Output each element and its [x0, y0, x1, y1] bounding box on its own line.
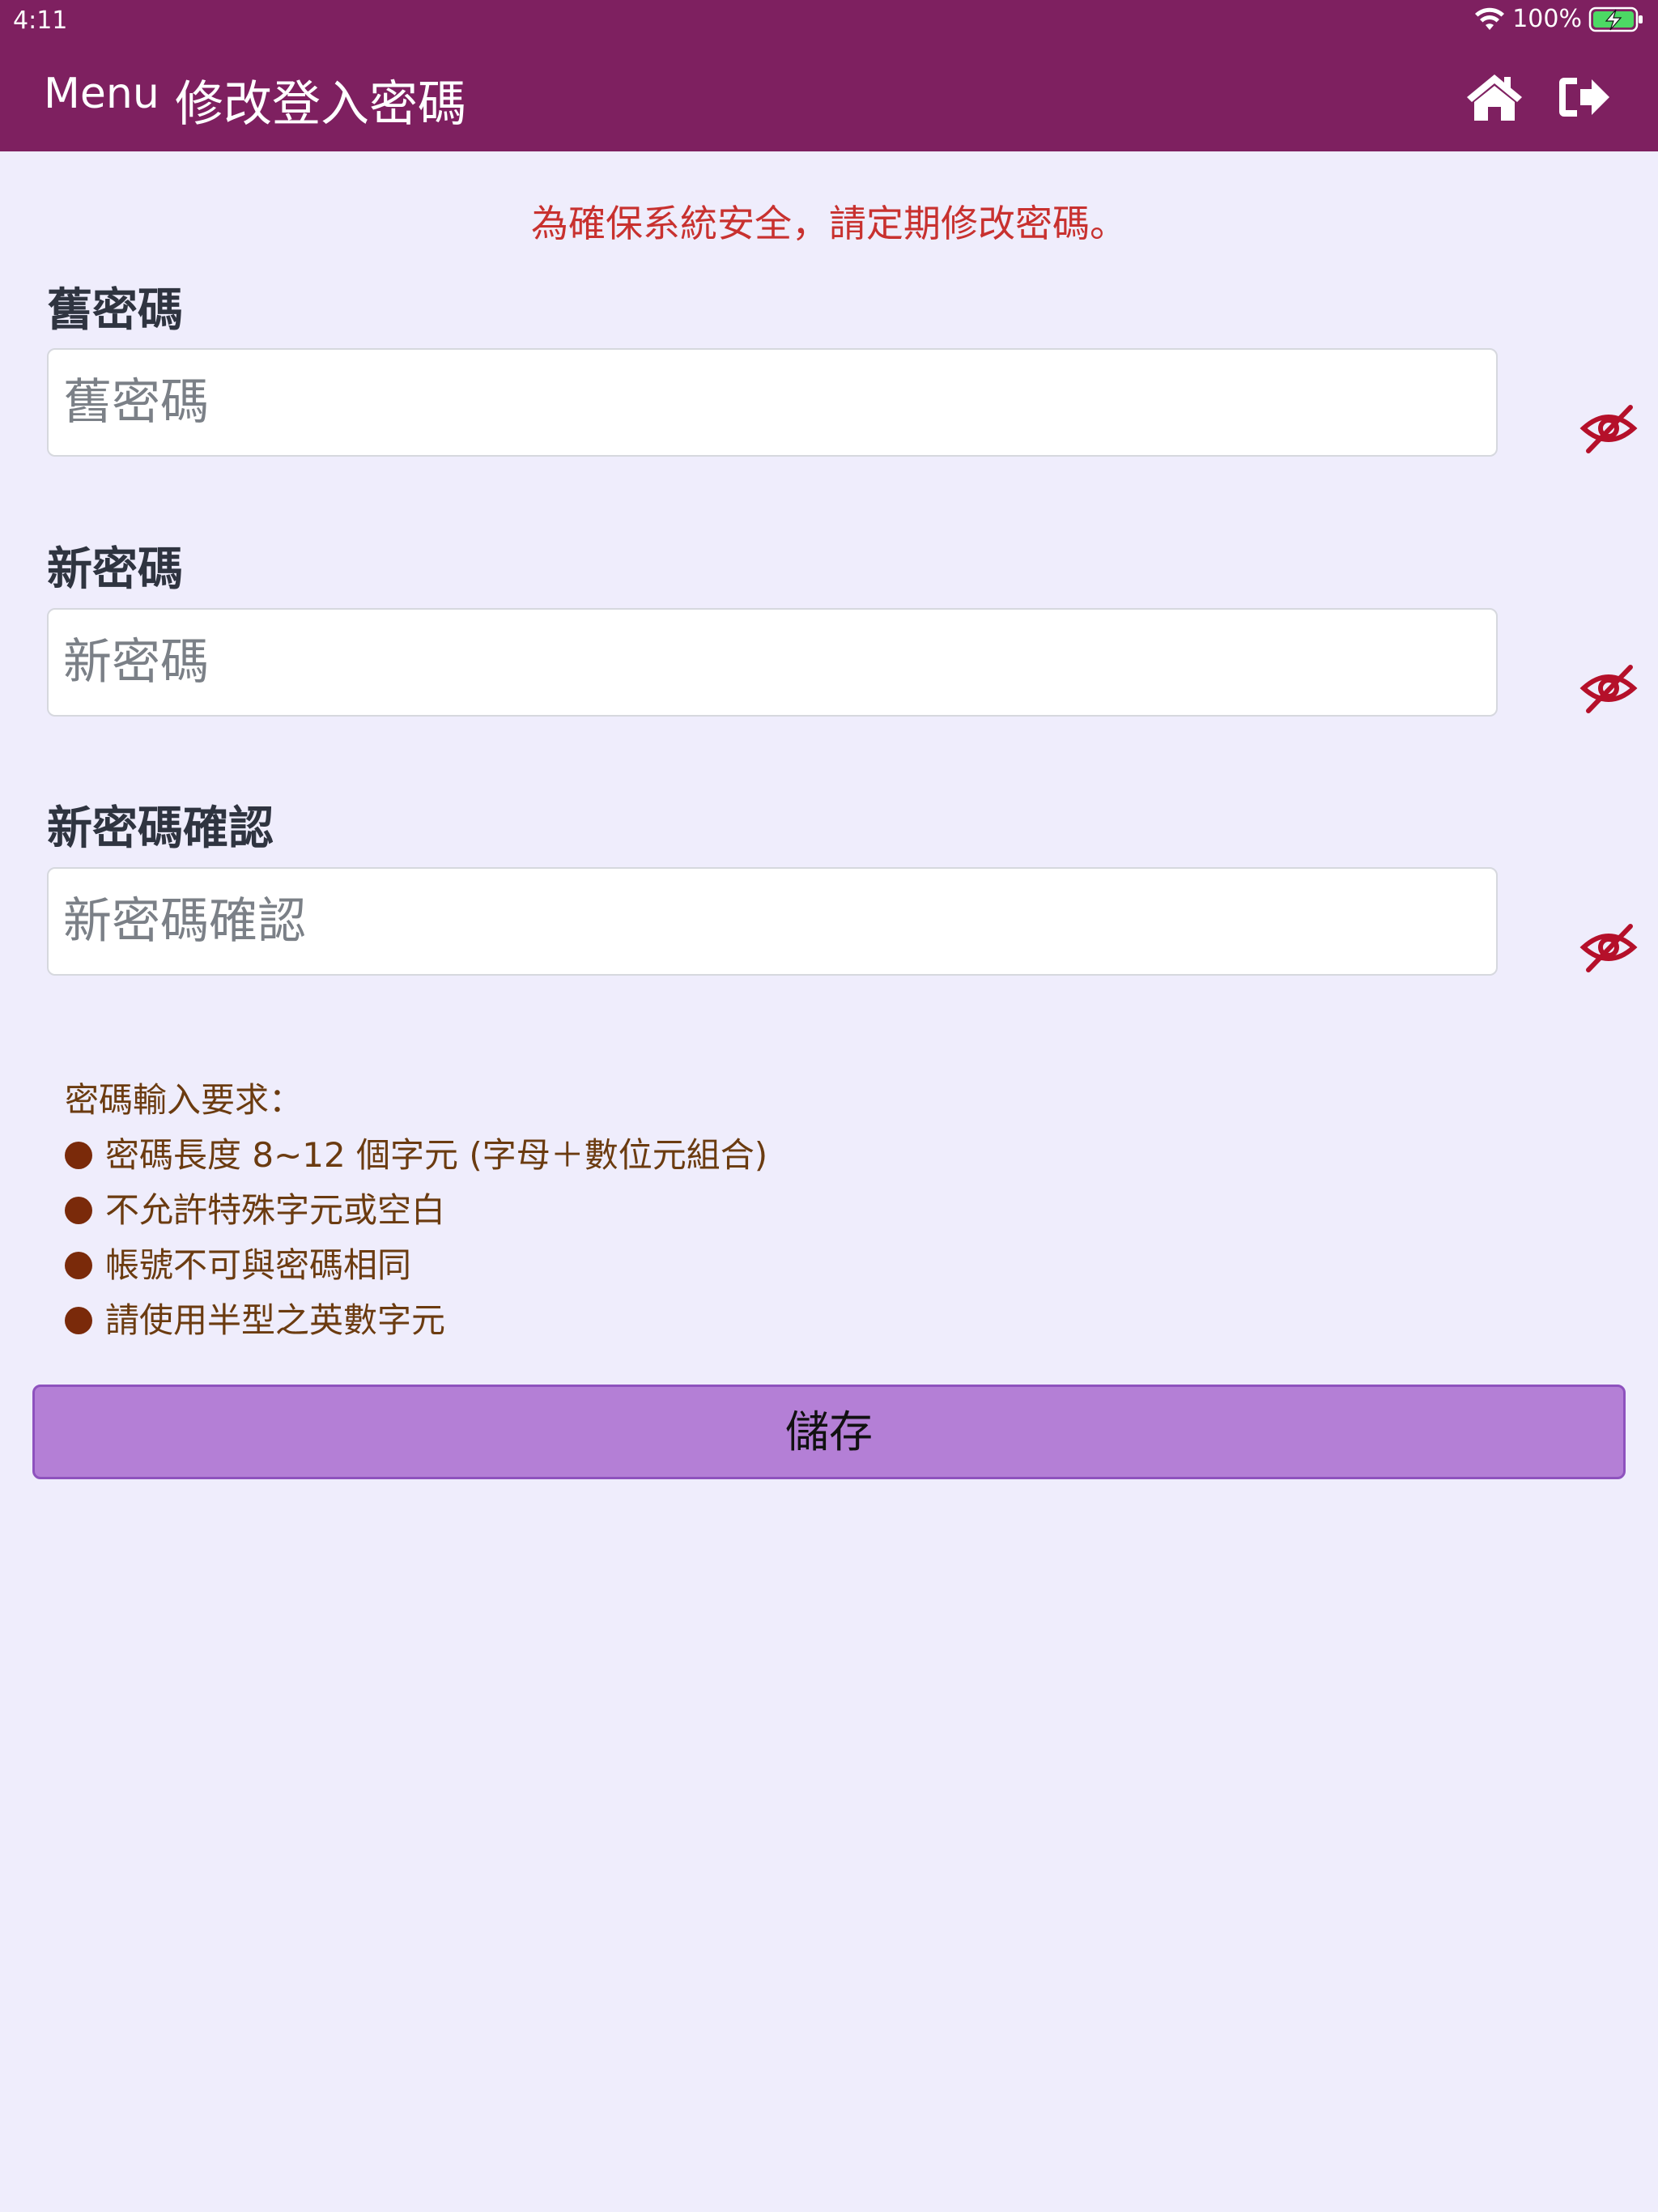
sign-out-icon[interactable] [1556, 73, 1611, 121]
requirement-item: 請使用半型之英數字元 [65, 1293, 767, 1348]
requirement-text: 不允許特殊字元或空白 [105, 1190, 446, 1230]
wifi-icon [1475, 7, 1505, 30]
bullet-icon [65, 1142, 92, 1169]
old-password-input[interactable] [47, 348, 1498, 457]
bullet-icon [65, 1197, 92, 1224]
old-password-label: 舊密碼 [47, 284, 183, 337]
eye-slash-icon[interactable] [1579, 404, 1639, 454]
confirm-password-label: 新密碼確認 [47, 802, 274, 855]
requirement-text: 請使用半型之英數字元 [105, 1300, 446, 1340]
status-time: 4:11 [13, 6, 68, 35]
requirement-item: 密碼長度 8~12 個字元 (字母＋數位元組合) [65, 1128, 767, 1183]
eye-slash-icon[interactable] [1579, 923, 1639, 973]
home-icon[interactable] [1464, 71, 1525, 123]
requirement-item: 不允許特殊字元或空白 [65, 1183, 767, 1238]
bullet-icon [65, 1252, 92, 1279]
page-title: 修改登入密碼 [175, 76, 466, 133]
password-requirements: 密碼輸入要求： 密碼長度 8~12 個字元 (字母＋數位元組合) 不允許特殊字元… [65, 1073, 767, 1348]
requirements-title: 密碼輸入要求： [65, 1080, 304, 1120]
security-notice: 為確保系統安全，請定期修改密碼。 [531, 202, 1127, 245]
battery-charging-icon [1588, 6, 1643, 32]
menu-button[interactable]: Menu [44, 70, 159, 118]
requirement-item: 帳號不可與密碼相同 [65, 1238, 767, 1293]
status-indicators: 100% [1473, 5, 1645, 33]
new-password-input[interactable] [47, 608, 1498, 717]
new-password-label: 新密碼 [47, 543, 183, 596]
battery-percent: 100% [1512, 5, 1582, 33]
eye-slash-icon[interactable] [1579, 664, 1639, 714]
bullet-icon [65, 1307, 92, 1334]
status-bar: 4:11 100% [0, 0, 1658, 40]
save-button[interactable]: 儲存 [32, 1385, 1626, 1479]
requirement-text: 帳號不可與密碼相同 [105, 1245, 412, 1285]
requirement-text: 密碼長度 8~12 個字元 (字母＋數位元組合) [105, 1135, 768, 1175]
nav-bar: Menu 修改登入密碼 [0, 40, 1658, 151]
confirm-password-input[interactable] [47, 867, 1498, 976]
